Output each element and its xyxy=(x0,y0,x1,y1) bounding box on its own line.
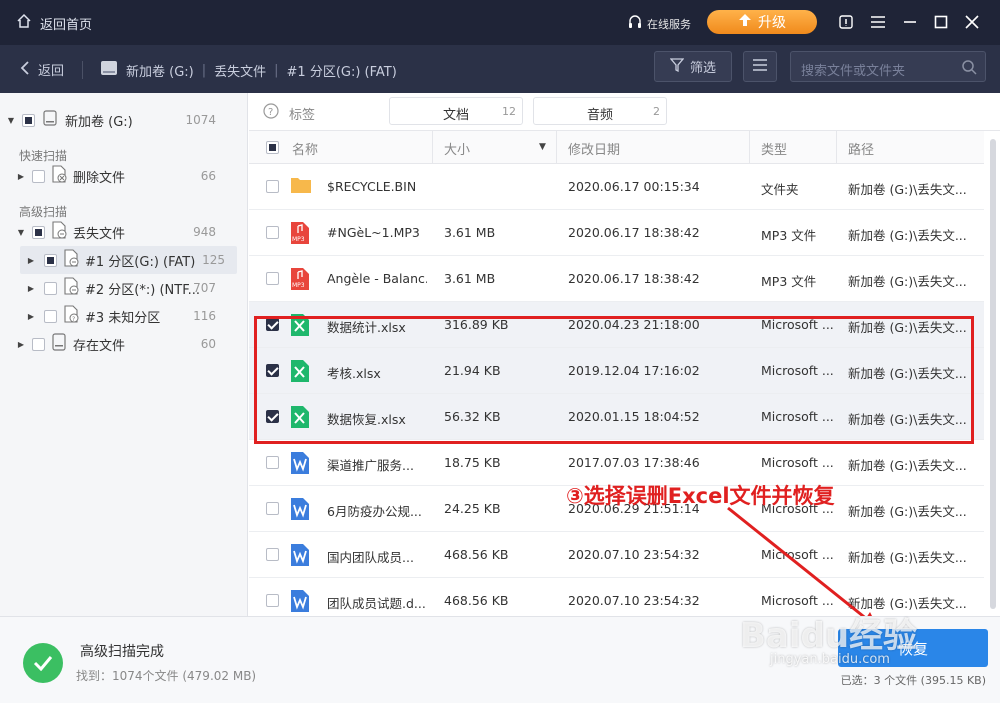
selected-summary: 已选：3 个文件 (395.15 KB) xyxy=(840,674,986,687)
watermark-logo: Baidu经验 xyxy=(740,616,918,656)
scan-status-title: 高级扫描完成 xyxy=(80,644,164,660)
scan-status-detail: 找到：1074个文件 (479.02 MB) xyxy=(76,669,257,683)
annotation-arrow xyxy=(727,506,879,630)
annotation-text: ③选择误删Excel文件并恢复 xyxy=(566,484,835,508)
check-circle-icon xyxy=(23,643,63,683)
watermark-url: jingyan.baidu.com xyxy=(770,652,890,667)
